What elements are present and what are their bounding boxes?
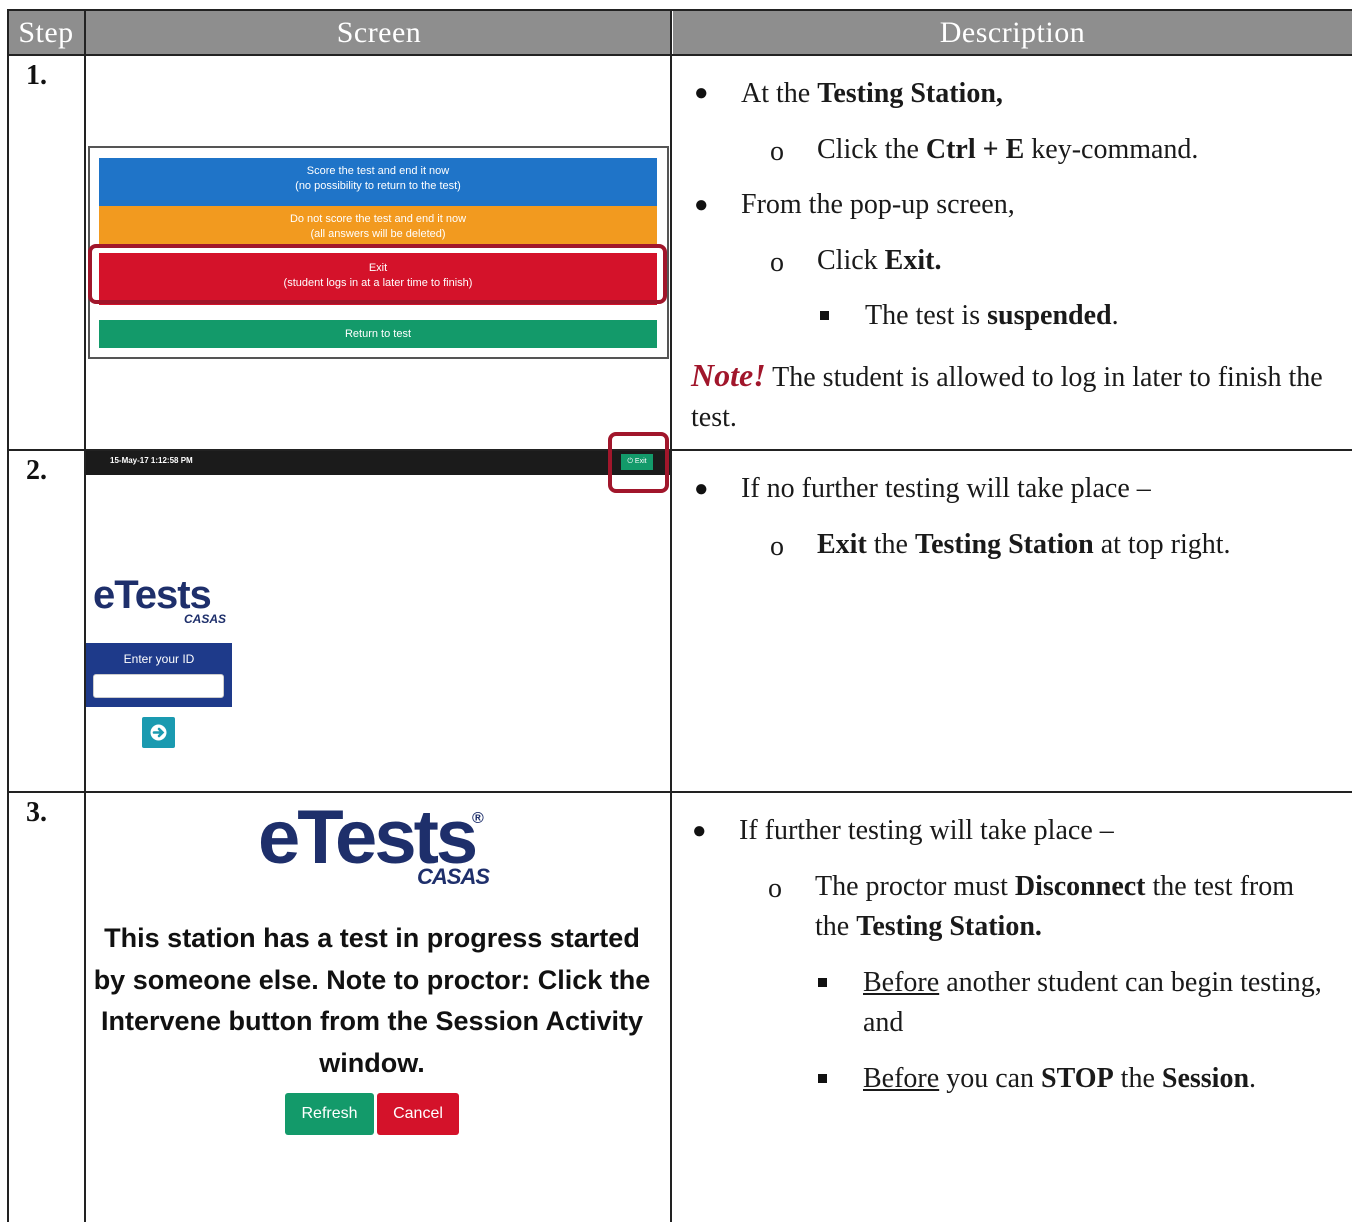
desc-line: The proctor must Disconnect the test fro…	[815, 871, 1295, 942]
column-divider	[84, 9, 86, 1222]
bullet-circle: o	[770, 531, 784, 562]
row-divider	[7, 54, 1352, 56]
bullet-circle: o	[770, 247, 784, 278]
bullet-square	[820, 311, 829, 320]
table-border-left	[7, 9, 9, 1222]
desc-line: Click Exit.	[817, 245, 942, 276]
desc-line: Before another student can begin testing…	[863, 967, 1322, 1038]
casas-logo-large: CASAS	[417, 864, 490, 889]
exit-button-highlight	[608, 432, 669, 493]
desc-line: At the Testing Station,	[741, 78, 1003, 109]
exit-option-highlight	[88, 244, 667, 304]
score-and-end-button[interactable]: Score the test and end it now (no possib…	[99, 158, 657, 208]
desc-line: Exit the Testing Station at top right.	[817, 529, 1231, 560]
etests-logo: eTests	[93, 573, 212, 617]
desc-line: If further testing will take place –	[739, 815, 1114, 846]
bullet-circle: o	[768, 873, 782, 904]
end-without-scoring-button[interactable]: Do not score the test and end it now (al…	[99, 206, 657, 248]
step-number: 1.	[26, 60, 47, 91]
desc-line: From the pop-up screen,	[741, 189, 1015, 220]
bullet-square	[818, 978, 827, 987]
arrow-right-icon	[150, 724, 167, 741]
casas-logo: CASAS	[184, 612, 227, 626]
bullet-dot: ●	[694, 80, 709, 106]
id-input[interactable]	[93, 674, 224, 698]
logo-text: eTests	[93, 573, 212, 617]
header-screen: Screen	[86, 10, 672, 54]
in-progress-message: This station has a test in progress star…	[93, 923, 651, 1078]
timestamp: 15-May-17 1:12:58 PM	[110, 456, 193, 465]
bullet-dot: ●	[694, 192, 709, 218]
step-number: 2.	[26, 455, 47, 486]
cancel-button[interactable]: Cancel	[377, 1093, 459, 1135]
button-line: Do not score the test and end it now	[289, 213, 467, 225]
bullet-circle: o	[770, 136, 784, 167]
button-line: Score the test and end it now	[306, 165, 450, 177]
id-label: Enter your ID	[123, 652, 195, 666]
button-line: (no possibility to return to the test)	[295, 180, 461, 192]
step-number: 3.	[26, 797, 47, 828]
header-description: Description	[673, 10, 1352, 54]
bullet-square	[818, 1074, 827, 1083]
registered-mark: ®	[472, 810, 484, 827]
header-step: Step	[7, 10, 85, 54]
desc-line: The test is suspended.	[865, 300, 1119, 331]
button-line: (all answers will be deleted)	[310, 228, 446, 240]
note-text: Note! The student is allowed to log in l…	[691, 357, 1323, 433]
submit-arrow-button[interactable]	[142, 717, 175, 748]
table-border-top	[7, 9, 1352, 11]
column-divider	[670, 9, 672, 1222]
desc-line: Before you can STOP the Session.	[863, 1063, 1257, 1094]
bullet-dot: ●	[694, 476, 709, 502]
bullet-dot: ●	[692, 818, 707, 844]
desc-line: If no further testing will take place –	[741, 473, 1151, 504]
refresh-button[interactable]: Refresh	[285, 1093, 374, 1135]
desc-line: Click the Ctrl + E key-command.	[817, 134, 1199, 165]
row-divider	[7, 791, 1352, 793]
return-to-test-button[interactable]: Return to test	[99, 320, 657, 348]
